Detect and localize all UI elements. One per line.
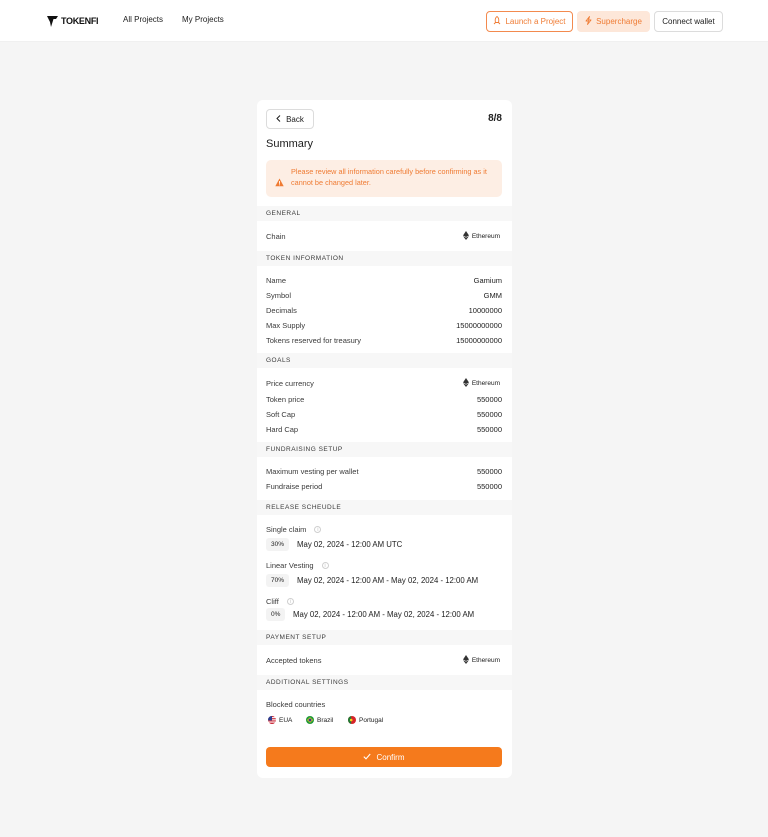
- hard-cap-value: 550000: [476, 425, 502, 434]
- lightning-icon: [585, 16, 592, 27]
- nav-my-projects-link[interactable]: My Projects: [182, 15, 224, 24]
- confirm-label: Confirm: [376, 752, 405, 762]
- linear-vesting-percent: 70%: [266, 574, 290, 587]
- launch-project-label: Launch a Project: [505, 17, 566, 26]
- token-name-value: Gamium: [473, 276, 502, 285]
- token-symbol-value: GMM: [483, 291, 502, 300]
- fundraise-period-label: Fundraise period: [266, 482, 323, 491]
- cliff-date: May 02, 2024 - 12:00 AM - May 02, 2024 -…: [293, 610, 475, 619]
- section-header-payment-setup: PAYMENT SETUP: [257, 630, 512, 645]
- page-title: Summary: [266, 138, 314, 150]
- rocket-icon: [493, 15, 501, 27]
- max-supply-label: Max Supply: [266, 321, 306, 330]
- chevron-left-icon: [276, 114, 281, 124]
- token-decimals-label: Decimals: [266, 306, 297, 315]
- price-currency-label: Price currency: [266, 379, 314, 388]
- warning-icon: [275, 174, 284, 187]
- soft-cap-label: Soft Cap: [266, 410, 296, 419]
- price-currency-chip: Ethereum: [457, 376, 506, 390]
- linear-vesting-label: Linear Vesting: [266, 561, 314, 570]
- soft-cap-value: 550000: [476, 410, 502, 419]
- portugal-flag-icon: [348, 716, 356, 724]
- tokenfi-logo[interactable]: TOKENFI: [47, 15, 99, 27]
- token-price-value: 550000: [476, 395, 502, 404]
- step-indicator: 8/8: [488, 113, 502, 124]
- token-price-label: Token price: [266, 395, 305, 404]
- warning-alert: Please review all information carefully …: [266, 160, 502, 197]
- accepted-tokens-value: Ethereum: [471, 656, 500, 664]
- hard-cap-label: Hard Cap: [266, 425, 299, 434]
- summary-card: Back 8/8 Summary Please review all infor…: [257, 100, 512, 778]
- accepted-tokens-label: Accepted tokens: [266, 656, 322, 665]
- single-claim-label: Single claim: [266, 525, 307, 534]
- country-chip-portugal: Portugal: [348, 714, 383, 726]
- country-name: Portugal: [359, 716, 384, 724]
- logo-text: TOKENFI: [61, 16, 99, 26]
- single-claim-date: May 02, 2024 - 12:00 AM UTC: [297, 540, 403, 549]
- section-header-goals: GOALS: [257, 353, 512, 368]
- ethereum-icon: [462, 230, 469, 242]
- blocked-countries-label: Blocked countries: [266, 700, 326, 709]
- cliff-row-label: Cliff i: [266, 597, 294, 606]
- supercharge-label: Supercharge: [596, 17, 642, 26]
- ethereum-icon: [462, 654, 469, 666]
- info-icon[interactable]: i: [321, 562, 329, 569]
- usa-flag-icon: [268, 716, 276, 724]
- chain-value: Ethereum: [471, 232, 500, 240]
- country-chip-brazil: Brazil: [306, 714, 333, 726]
- country-name: EUA: [279, 716, 293, 724]
- treasury-tokens-label: Tokens reserved for treasury: [266, 336, 362, 345]
- single-claim-row-label: Single claim i: [266, 525, 322, 534]
- country-name: Brazil: [317, 716, 334, 724]
- info-icon[interactable]: i: [286, 598, 294, 605]
- supercharge-button[interactable]: Supercharge: [577, 11, 650, 32]
- max-supply-value: 15000000000: [456, 321, 502, 330]
- warning-text: Please review all information carefully …: [291, 167, 487, 187]
- token-name-label: Name: [266, 276, 287, 285]
- section-header-token-information: TOKEN INFORMATION: [257, 251, 512, 266]
- section-header-release-schedule: RELEASE SCHEUDLE: [257, 500, 512, 515]
- section-header-general: GENERAL: [257, 206, 512, 221]
- launch-project-button[interactable]: Launch a Project: [486, 11, 573, 32]
- single-claim-percent: 30%: [266, 538, 290, 551]
- tokenfi-logo-icon: [47, 15, 58, 27]
- price-currency-value: Ethereum: [471, 379, 500, 387]
- cliff-percent: 0%: [266, 608, 286, 621]
- country-chip-eua: EUA: [268, 714, 292, 726]
- max-vesting-label: Maximum vesting per wallet: [266, 467, 359, 476]
- check-icon: [363, 753, 372, 762]
- fundraise-period-value: 550000: [476, 482, 502, 491]
- linear-vesting-date: May 02, 2024 - 12:00 AM - May 02, 2024 -…: [297, 576, 479, 585]
- cliff-label: Cliff: [266, 597, 279, 606]
- accepted-tokens-chip: Ethereum: [457, 653, 506, 667]
- confirm-button[interactable]: Confirm: [266, 747, 502, 767]
- max-vesting-value: 550000: [476, 467, 502, 476]
- linear-vesting-row-label: Linear Vesting i: [266, 561, 329, 570]
- chain-label: Chain: [266, 232, 286, 241]
- section-header-additional-settings: ADDITIONAL SETTINGS: [257, 675, 512, 690]
- section-header-fundraising-setup: FUNDRAISING SETUP: [257, 442, 512, 457]
- ethereum-icon: [462, 377, 469, 389]
- token-symbol-label: Symbol: [266, 291, 292, 300]
- chain-value-chip: Ethereum: [457, 229, 506, 243]
- nav-all-projects-link[interactable]: All Projects: [123, 15, 163, 24]
- connect-wallet-button[interactable]: Connect wallet: [654, 11, 723, 32]
- top-navigation-bar: TOKENFI All Projects My Projects Launch …: [0, 0, 768, 42]
- back-button[interactable]: Back: [266, 109, 314, 129]
- token-decimals-value: 10000000: [468, 306, 502, 315]
- treasury-tokens-value: 15000000000: [456, 336, 502, 345]
- back-label: Back: [286, 114, 304, 124]
- info-icon[interactable]: i: [314, 526, 322, 533]
- brazil-flag-icon: [306, 716, 314, 724]
